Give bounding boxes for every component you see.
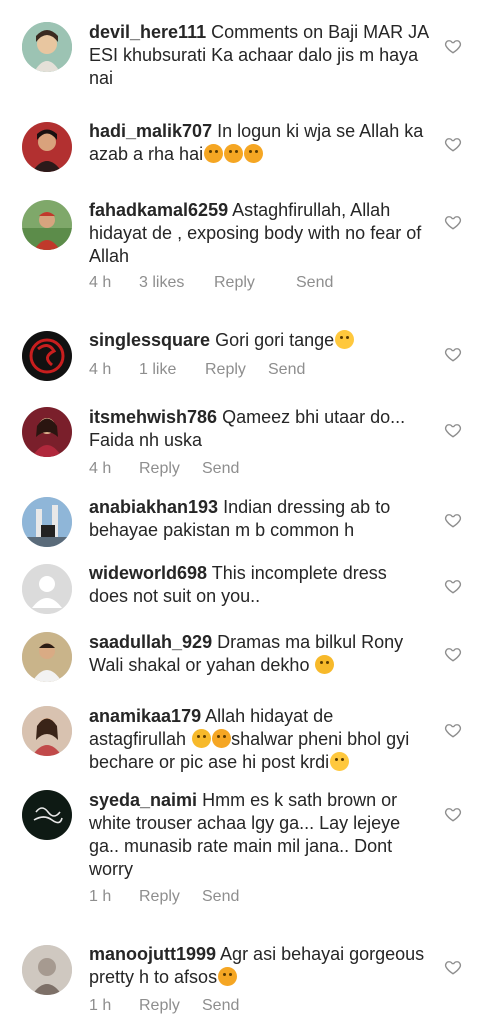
comment-username[interactable]: syeda_naimi [89, 790, 197, 810]
reply-button[interactable]: Reply [139, 460, 202, 478]
heart-icon[interactable] [444, 345, 462, 363]
crying-face-icon [212, 729, 232, 748]
comment-username[interactable]: fahadkamal6259 [89, 200, 228, 220]
comment-time: 1 h [89, 997, 112, 1014]
crying-face-icon [244, 144, 264, 163]
avatar[interactable] [22, 706, 72, 756]
avatar[interactable] [22, 790, 72, 840]
comment-time: 4 h [89, 460, 112, 477]
avatar[interactable] [22, 945, 72, 995]
heart-icon[interactable] [444, 958, 462, 976]
avatar[interactable] [22, 632, 72, 682]
avatar[interactable] [22, 22, 72, 72]
comment-time: 4 h [89, 361, 112, 378]
send-button[interactable]: Send [268, 361, 305, 379]
heart-icon[interactable] [444, 135, 462, 153]
heart-icon[interactable] [444, 511, 462, 529]
heart-icon[interactable] [444, 805, 462, 823]
send-button[interactable]: Send [296, 274, 333, 292]
reply-button[interactable]: Reply [214, 274, 296, 292]
comment-username[interactable]: itsmehwish786 [89, 407, 217, 427]
avatar[interactable] [22, 564, 72, 614]
heart-icon[interactable] [444, 421, 462, 439]
comment-username[interactable]: hadi_malik707 [89, 121, 212, 141]
heart-icon[interactable] [444, 577, 462, 595]
comment-text: Gori gori tange [215, 330, 335, 350]
avatar[interactable] [22, 407, 72, 457]
crying-face-icon [204, 144, 224, 163]
astonished-face-icon [192, 729, 212, 748]
heart-icon[interactable] [444, 37, 462, 55]
reply-button[interactable]: Reply [139, 888, 202, 906]
comment-username[interactable]: anamikaa179 [89, 706, 201, 726]
avatar[interactable] [22, 122, 72, 172]
comment-username[interactable]: devil_here111 [89, 22, 206, 42]
comment-username[interactable]: wideworld698 [89, 563, 207, 583]
comment-username[interactable]: saadullah_929 [89, 632, 212, 652]
send-button[interactable]: Send [202, 997, 239, 1015]
send-button[interactable]: Send [202, 888, 239, 906]
reply-button[interactable]: Reply [139, 997, 202, 1015]
laughing-face-icon [330, 752, 350, 771]
avatar[interactable] [22, 497, 72, 547]
comment-username[interactable]: anabiakhan193 [89, 497, 218, 517]
comment-time: 1 h [89, 888, 112, 905]
heart-icon[interactable] [444, 721, 462, 739]
crying-face-icon [224, 144, 244, 163]
crying-face-icon [218, 967, 238, 986]
heart-icon[interactable] [444, 213, 462, 231]
heart-icon[interactable] [444, 645, 462, 663]
comment-username[interactable]: singlessquare [89, 330, 210, 350]
comment-likes[interactable]: 1 like [139, 361, 205, 379]
avatar[interactable] [22, 200, 72, 250]
laughing-face-icon [335, 330, 355, 349]
comment-username[interactable]: manoojutt1999 [89, 944, 216, 964]
winking-tongue-face-icon [315, 655, 335, 674]
send-button[interactable]: Send [202, 460, 239, 478]
comment-time: 4 h [89, 274, 112, 291]
comment-likes[interactable]: 3 likes [139, 274, 214, 292]
avatar[interactable] [22, 331, 72, 381]
reply-button[interactable]: Reply [205, 361, 268, 379]
